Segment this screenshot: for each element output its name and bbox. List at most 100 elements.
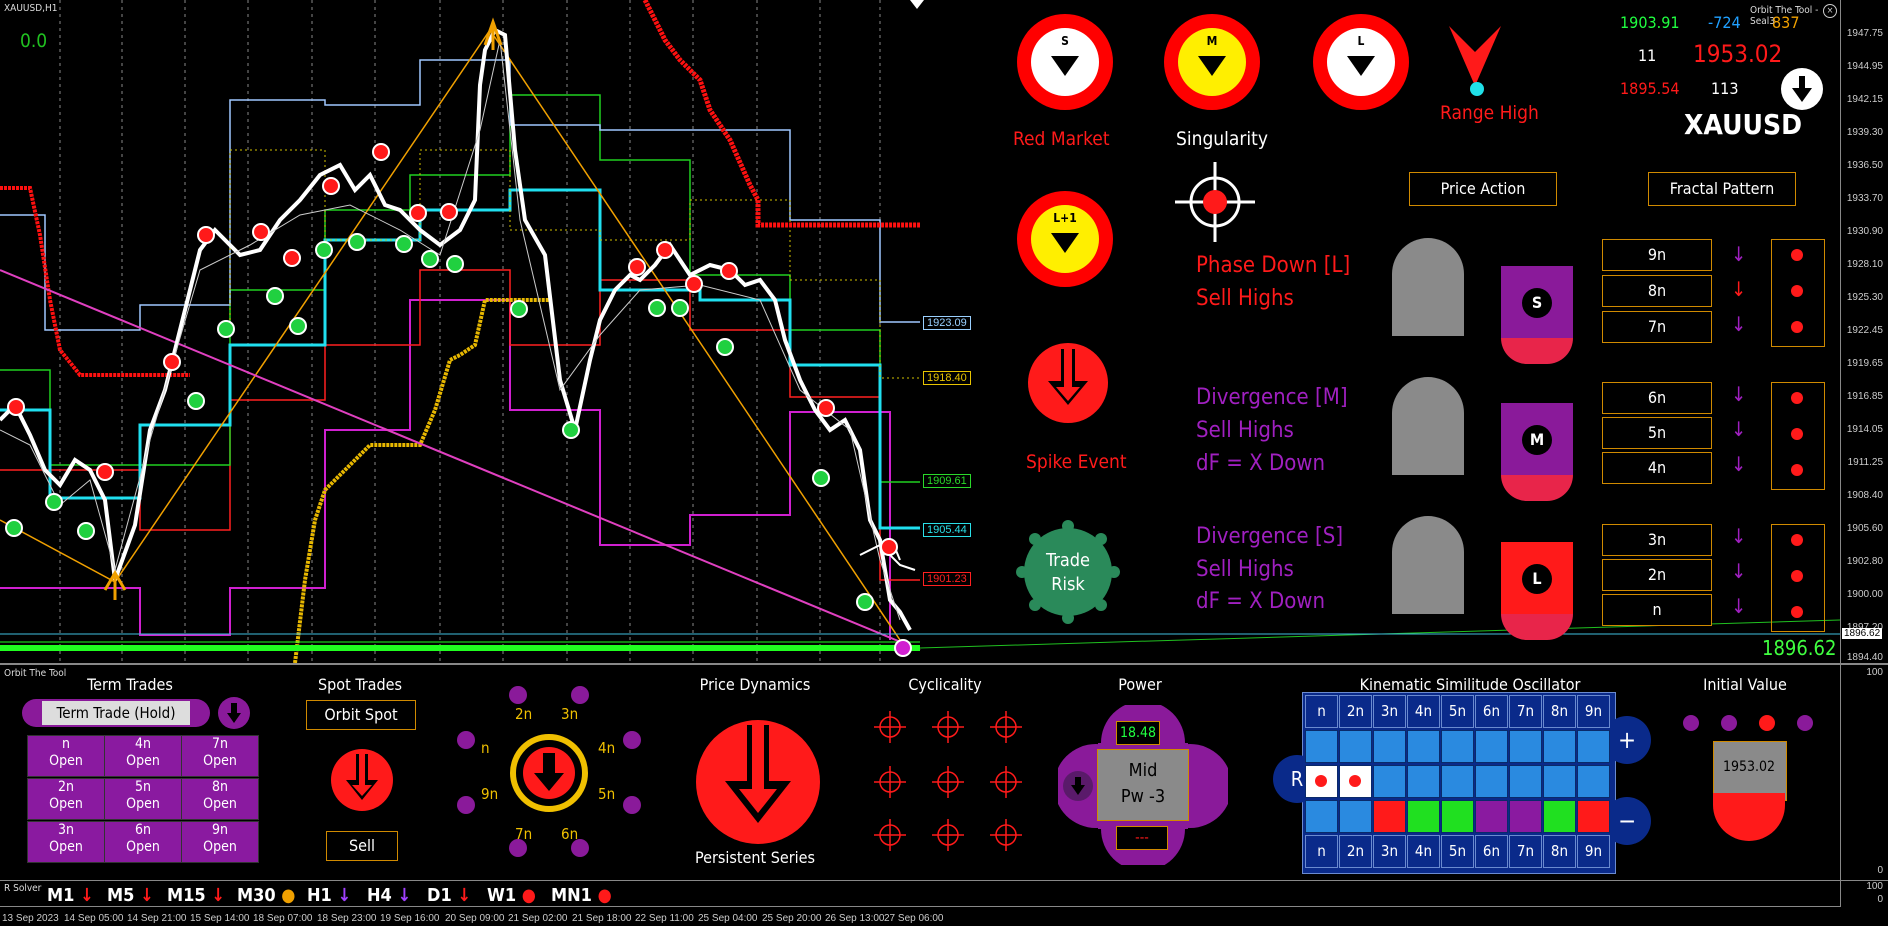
term-cell[interactable]: 9n Open [181, 821, 259, 863]
time-axis-label: 18 Sep 23:00 [317, 913, 377, 924]
term-cell[interactable]: 3n Open [27, 821, 105, 863]
orbit-label-6n: 6n [561, 825, 579, 843]
clock-l-label: L [1357, 34, 1365, 48]
price-tag-3: 1909.61 [923, 474, 971, 488]
term-cell[interactable]: 4n Open [104, 735, 182, 777]
orbit-spot-button[interactable]: Orbit Spot [306, 700, 416, 730]
initial-value-shield: 1953.02 [1713, 741, 1787, 841]
fractal-level-3n[interactable]: 3n [1602, 524, 1712, 556]
tf-w1[interactable]: W1 ● [487, 885, 536, 906]
time-axis-label: 22 Sep 11:00 [635, 913, 694, 924]
kso-footer: 7n [1509, 835, 1542, 868]
fractal-level-8n[interactable]: 8n [1602, 275, 1712, 307]
close-icon[interactable]: × [1823, 4, 1837, 18]
arrow-down-icon: ↓ [1731, 382, 1747, 406]
time-axis-label: 21 Sep 02:00 [508, 913, 568, 924]
phase-s-action: Sell Highs [1196, 557, 1294, 582]
arrow-down-icon: ↓ [1731, 524, 1747, 548]
arrow-down-icon: ↓ [1731, 594, 1747, 618]
spot-sell-icon [331, 749, 393, 811]
time-axis-label: 19 Sep 16:00 [380, 913, 440, 924]
fractal-level-4n[interactable]: 4n [1602, 452, 1712, 484]
power-down-icon [1063, 771, 1093, 801]
price-axis-label: 1922.45 [1846, 325, 1883, 336]
kso-cell [1509, 765, 1542, 798]
kso-cell [1543, 730, 1576, 763]
fractal-level-7n[interactable]: 7n [1602, 311, 1712, 343]
tf-m5[interactable]: M5 ↓ [107, 885, 154, 906]
term-trade-hold-button[interactable]: Term Trade (Hold) [22, 699, 210, 727]
tf-h1[interactable]: H1 ↓ [307, 885, 351, 906]
kso-header: 6n [1475, 695, 1508, 728]
tf-m30[interactable]: M30 ● [237, 885, 295, 906]
price-tag-5: 1901.23 [923, 572, 971, 586]
trade-risk-label-2: Risk [1051, 574, 1085, 595]
orbit-label-2n: 2n [515, 705, 533, 723]
power-title: Power [1118, 675, 1162, 694]
term-cell[interactable]: 2n Open [27, 778, 105, 820]
time-axis-label: 27 Sep 06:00 [884, 913, 944, 924]
kso-plus-button[interactable]: + [1603, 716, 1651, 764]
kso-minus-button[interactable]: − [1603, 797, 1651, 845]
fractal-level-6n[interactable]: 6n [1602, 382, 1712, 414]
price-axis-label: 1933.70 [1846, 193, 1883, 204]
fractal-pattern-button[interactable]: Fractal Pattern [1648, 172, 1796, 206]
clock-l1[interactable]: L+1 [1017, 191, 1113, 287]
tf-h4[interactable]: H4 ↓ [367, 885, 411, 906]
price-axis-label: 1908.40 [1846, 490, 1883, 501]
fractal-level-5n[interactable]: 5n [1602, 417, 1712, 449]
price-tag-2: 1918.40 [923, 371, 971, 385]
price-axis-label: 1911.25 [1847, 457, 1883, 468]
shield-l-letter: L [1522, 564, 1552, 594]
red-market-label: Red Market [1013, 128, 1110, 150]
scroll-marker-icon[interactable] [910, 0, 924, 9]
symbol-label: XAUUSD [1684, 108, 1803, 141]
term-cell[interactable]: 5n Open [104, 778, 182, 820]
sell-button[interactable]: Sell [326, 831, 398, 861]
power-state-1: Mid [1128, 760, 1158, 781]
trade-risk-label-1: Trade [1045, 550, 1091, 571]
clock-s[interactable]: S [1017, 14, 1113, 110]
price-axis-label: 1947.75 [1846, 28, 1883, 39]
solver-strip: R Solver 100 0 M1 ↓ M5 ↓ M15 ↓ M30 ● H1 … [0, 880, 1888, 907]
term-trade-hold-label: Term Trade (Hold) [42, 701, 190, 725]
kso-header: 8n [1543, 695, 1576, 728]
tf-m1[interactable]: M1 ↓ [47, 885, 94, 906]
term-cell[interactable]: 6n Open [104, 821, 182, 863]
price-action-button[interactable]: Price Action [1409, 172, 1557, 206]
time-axis-label: 15 Sep 14:00 [190, 913, 250, 924]
tf-d1[interactable]: D1 ↓ [427, 885, 471, 906]
clock-l[interactable]: L [1313, 14, 1409, 110]
time-axis-label: 26 Sep 13:00 [825, 913, 885, 924]
arrow-down-icon: ↓ [391, 885, 412, 906]
kso-footer: 6n [1475, 835, 1508, 868]
clock-m[interactable]: M [1164, 14, 1260, 110]
fractal-dots-group-1 [1771, 239, 1825, 347]
term-cell[interactable]: 8n Open [181, 778, 259, 820]
kso-header: 2n [1339, 695, 1372, 728]
fractal-level-9n[interactable]: 9n [1602, 239, 1712, 271]
fractal-level-2n[interactable]: 2n [1602, 559, 1712, 591]
arrow-down-icon: ↓ [331, 885, 352, 906]
arrow-down-icon [1347, 56, 1375, 76]
cyclicality-grid [874, 711, 1022, 851]
arrow-down-icon: ↓ [1731, 312, 1747, 336]
phase-s-title: Divergence [S] [1196, 524, 1344, 549]
tf-m15[interactable]: M15 ↓ [167, 885, 225, 906]
sub-axis-bottom: 0 [1877, 865, 1883, 876]
term-cell[interactable]: 7n Open [181, 735, 259, 777]
kso-cell [1407, 765, 1440, 798]
tf-mn1[interactable]: MN1 ● [551, 885, 612, 906]
term-cell[interactable]: n Open [27, 735, 105, 777]
time-axis-label: 14 Sep 05:00 [64, 913, 124, 924]
term-trade-direction-icon[interactable] [218, 697, 250, 729]
kso-footer: 8n [1543, 835, 1576, 868]
time-axis: 13 Sep 2023 14 Sep 05:00 14 Sep 21:00 15… [0, 906, 1840, 926]
arrow-down-icon: ↓ [1731, 559, 1747, 583]
fractal-level-n[interactable]: n [1602, 594, 1712, 626]
initial-value-dots [1683, 715, 1813, 735]
trade-risk-badge[interactable]: Trade Risk [1016, 520, 1120, 624]
kso-footer: 3n [1373, 835, 1406, 868]
price-axis-label: 1936.50 [1846, 160, 1883, 171]
price-axis-label: 1900.00 [1846, 589, 1883, 600]
